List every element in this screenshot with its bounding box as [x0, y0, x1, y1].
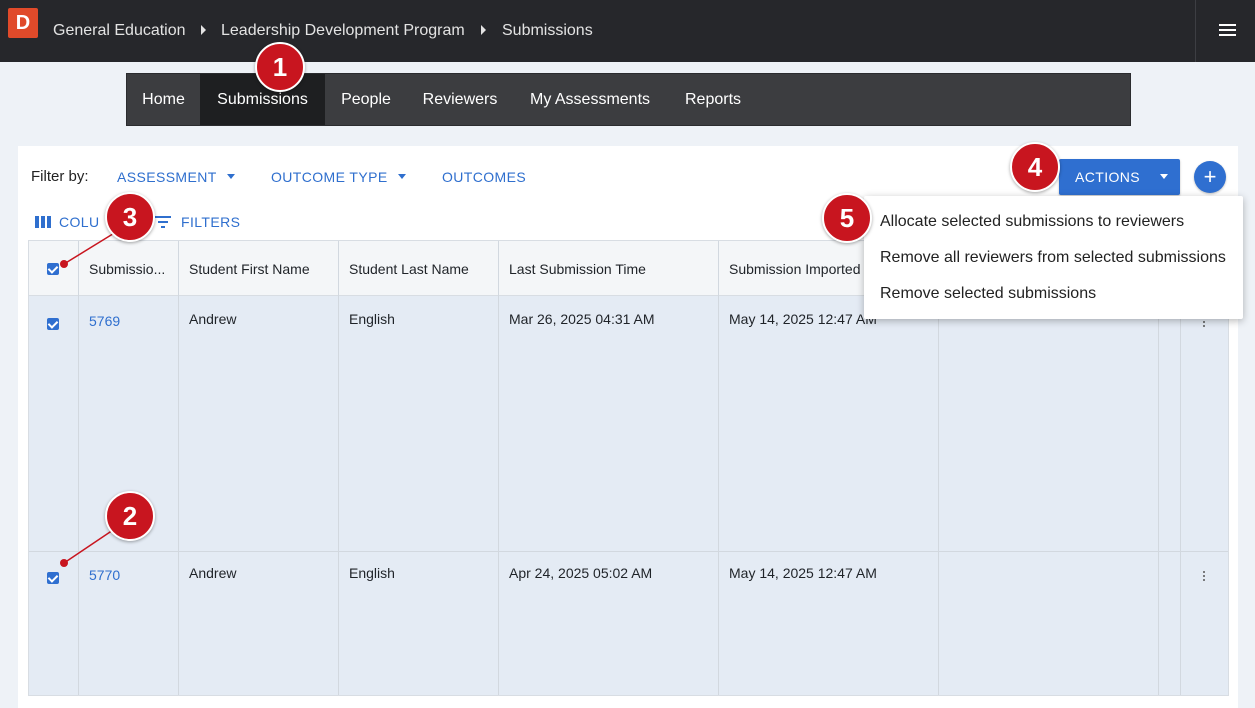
- callout-5: 5: [822, 193, 872, 243]
- callout-2: 2: [105, 491, 155, 541]
- callout-pointer-dot: [60, 260, 68, 268]
- callout-pointer-dot: [60, 559, 68, 567]
- callout-3: 3: [105, 192, 155, 242]
- callout-connectors: [63, 231, 117, 564]
- callout-4: 4: [1010, 142, 1060, 192]
- callout-1: 1: [255, 42, 305, 92]
